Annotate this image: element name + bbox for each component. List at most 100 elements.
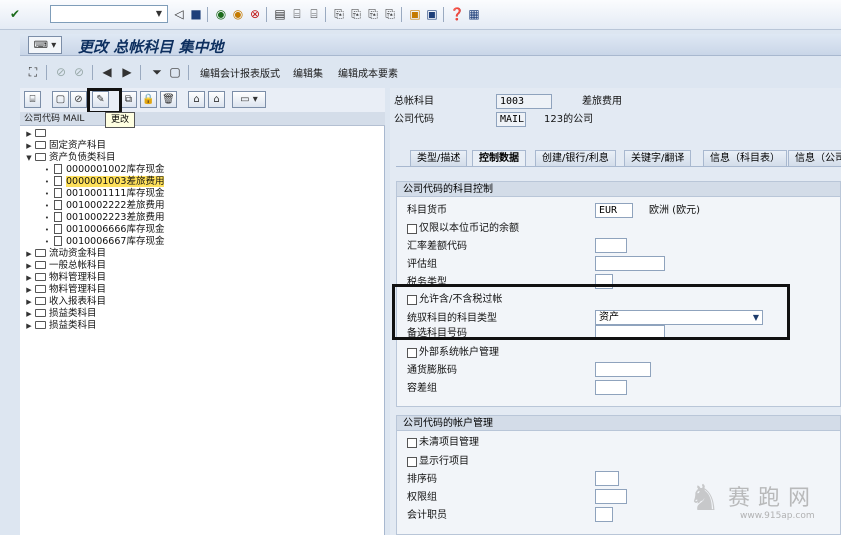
new-session-icon[interactable]: ▣ [406,5,424,23]
tolerance-group-field[interactable] [595,380,627,395]
copy-icon[interactable]: ⧉ [120,91,137,108]
sort-key-field[interactable] [595,471,619,486]
first-page-icon[interactable]: ⎘ [330,5,348,23]
layout-menu-icon[interactable]: ▭ ▾ [232,91,266,108]
stop-icon[interactable]: ⊗ [246,5,264,23]
new-icon[interactable]: ▢ [52,91,69,108]
cancel-icon[interactable]: ◉ [229,5,247,23]
tree-item[interactable]: ▶ 损益类科目 [24,308,96,320]
auth-group-field[interactable] [595,489,627,504]
other-object-icon[interactable]: ⊘ [52,63,70,81]
bullet-icon[interactable]: • [42,224,52,236]
check-icon[interactable]: ✔ [6,5,24,23]
line-item-checkbox[interactable] [407,457,417,467]
document-icon [54,224,62,234]
collapse-arrow-icon[interactable]: ▶ [24,128,34,140]
collapse-arrow-icon[interactable]: ▶ [24,248,34,260]
navigation-panel: ⌸ ▢ ⊘ ✎ ⧉ 🔒 🗑 ⌂ ⌂ ▭ ▾ 公司代码 MAIL 更改 ▶ ▶ 固定资… [20,88,385,535]
help-icon[interactable]: ❓ [448,5,466,23]
prev-page-icon[interactable]: ⎘ [347,5,365,23]
tree-item[interactable]: ▶ 物料管理科目 [24,272,106,284]
filter-icon[interactable]: ⏷ [148,63,166,81]
gl-account-field[interactable]: 1003 [496,94,552,109]
binoculars-icon[interactable]: ⌸ [24,91,41,108]
bullet-icon[interactable]: • [42,164,52,176]
tree-item[interactable]: ▼ 资产负债类科目 [24,152,115,164]
company-code-field[interactable]: MAIL [496,112,526,127]
document-icon [54,164,62,174]
valuation-group-field[interactable] [595,256,665,271]
expand-arrow-icon[interactable]: ▼ [24,152,34,164]
inflation-key-label: 通货膨胀码 [407,365,457,376]
tree-item[interactable]: ▶ [24,128,49,140]
tree-item[interactable]: ▶ 损益类科目 [24,320,96,332]
delete-icon[interactable]: 🗑 [160,91,177,108]
tree-item[interactable]: • 0000001002库存现金 [42,164,164,176]
chevron-down-icon[interactable]: ▼ [152,7,166,21]
tab-type-description[interactable]: 类型/描述 [410,150,468,166]
tree-item[interactable]: • 0010001111库存现金 [42,188,164,200]
collapse-arrow-icon[interactable]: ▶ [24,272,34,284]
bullet-icon[interactable]: • [42,176,52,188]
display-change-icon[interactable]: ⊘ [70,63,88,81]
tab-info-company[interactable]: 信息（公司 [788,150,841,166]
edit-fs-version-button[interactable]: 编辑会计报表版式 [200,65,280,80]
exit-icon[interactable]: ◉ [212,5,230,23]
folder-icon [35,249,46,257]
tree-item[interactable]: • 0010006667库存现金 [42,236,164,248]
tree-item[interactable]: ▶ 收入报表科目 [24,296,106,308]
collapse-arrow-icon[interactable]: ▶ [24,260,34,272]
tree-item[interactable]: • 0010002223差旅费用 [42,212,164,224]
lock-icon[interactable]: 🔒 [140,91,157,108]
menu-button[interactable]: ⌨ ▾ [28,36,62,54]
external-mgmt-checkbox[interactable] [407,348,417,358]
tree-item[interactable]: ▶ 一般总帐科目 [24,260,106,272]
collapse-arrow-icon[interactable]: ▶ [24,140,34,152]
hierarchy-icon[interactable]: ⛶ [24,63,42,81]
open-item-checkbox[interactable] [407,438,417,448]
local-currency-checkbox[interactable] [407,224,417,234]
tab-control-data[interactable]: 控制数据 [472,150,526,166]
tree-item[interactable]: ▶ 物料管理科目 [24,284,106,296]
inflation-key-field[interactable] [595,362,651,377]
edit-cost-element-button[interactable]: 编辑成本要素 [338,65,398,80]
find-next-icon[interactable]: ⌸ [305,5,323,23]
next-page-icon[interactable]: ⎘ [364,5,382,23]
back-icon[interactable]: ◁ [170,5,188,23]
collapse-icon[interactable]: ⌂ [208,91,225,108]
collapse-arrow-icon[interactable]: ▶ [24,284,34,296]
document-icon[interactable]: ▢ [166,63,184,81]
bullet-icon[interactable]: • [42,236,52,248]
edit-set-button[interactable]: 编辑集 [293,65,323,80]
tree-item[interactable]: • 0000001003差旅费用 [42,176,165,188]
tab-info-chart[interactable]: 信息（科目表） [703,150,787,166]
tree-item[interactable]: • 0010002222差旅费用 [42,200,164,212]
shortcut-icon[interactable]: ▣ [423,5,441,23]
expand-icon[interactable]: ⌂ [188,91,205,108]
collapse-arrow-icon[interactable]: ▶ [24,320,34,332]
display-icon[interactable]: ⊘ [70,91,87,108]
accounting-clerk-field[interactable] [595,507,613,522]
currency-field[interactable]: EUR [595,203,633,218]
print-icon[interactable]: ▤ [271,5,289,23]
exchange-diff-field[interactable] [595,238,627,253]
find-icon[interactable]: ⌸ [288,5,306,23]
bullet-icon[interactable]: • [42,212,52,224]
tab-keyword-translation[interactable]: 关键字/翻译 [624,150,692,166]
collapse-arrow-icon[interactable]: ▶ [24,308,34,320]
layout-icon[interactable]: ▦ [465,5,483,23]
tab-create-bank-interest[interactable]: 创建/银行/利息 [535,150,616,166]
next-icon[interactable]: ▶ [118,63,136,81]
horse-logo-icon: ♞ [688,478,721,519]
folder-icon [35,129,46,137]
tree-item[interactable]: ▶ 流动资金科目 [24,248,106,260]
command-field[interactable]: ▼ [50,5,168,23]
save-icon[interactable]: ■ [187,5,205,23]
bullet-icon[interactable]: • [42,188,52,200]
bullet-icon[interactable]: • [42,200,52,212]
tree-item[interactable]: • 0010006666库存现金 [42,224,164,236]
tree-item[interactable]: ▶ 固定资产科目 [24,140,106,152]
collapse-arrow-icon[interactable]: ▶ [24,296,34,308]
previous-icon[interactable]: ◀ [98,63,116,81]
last-page-icon[interactable]: ⎘ [381,5,399,23]
